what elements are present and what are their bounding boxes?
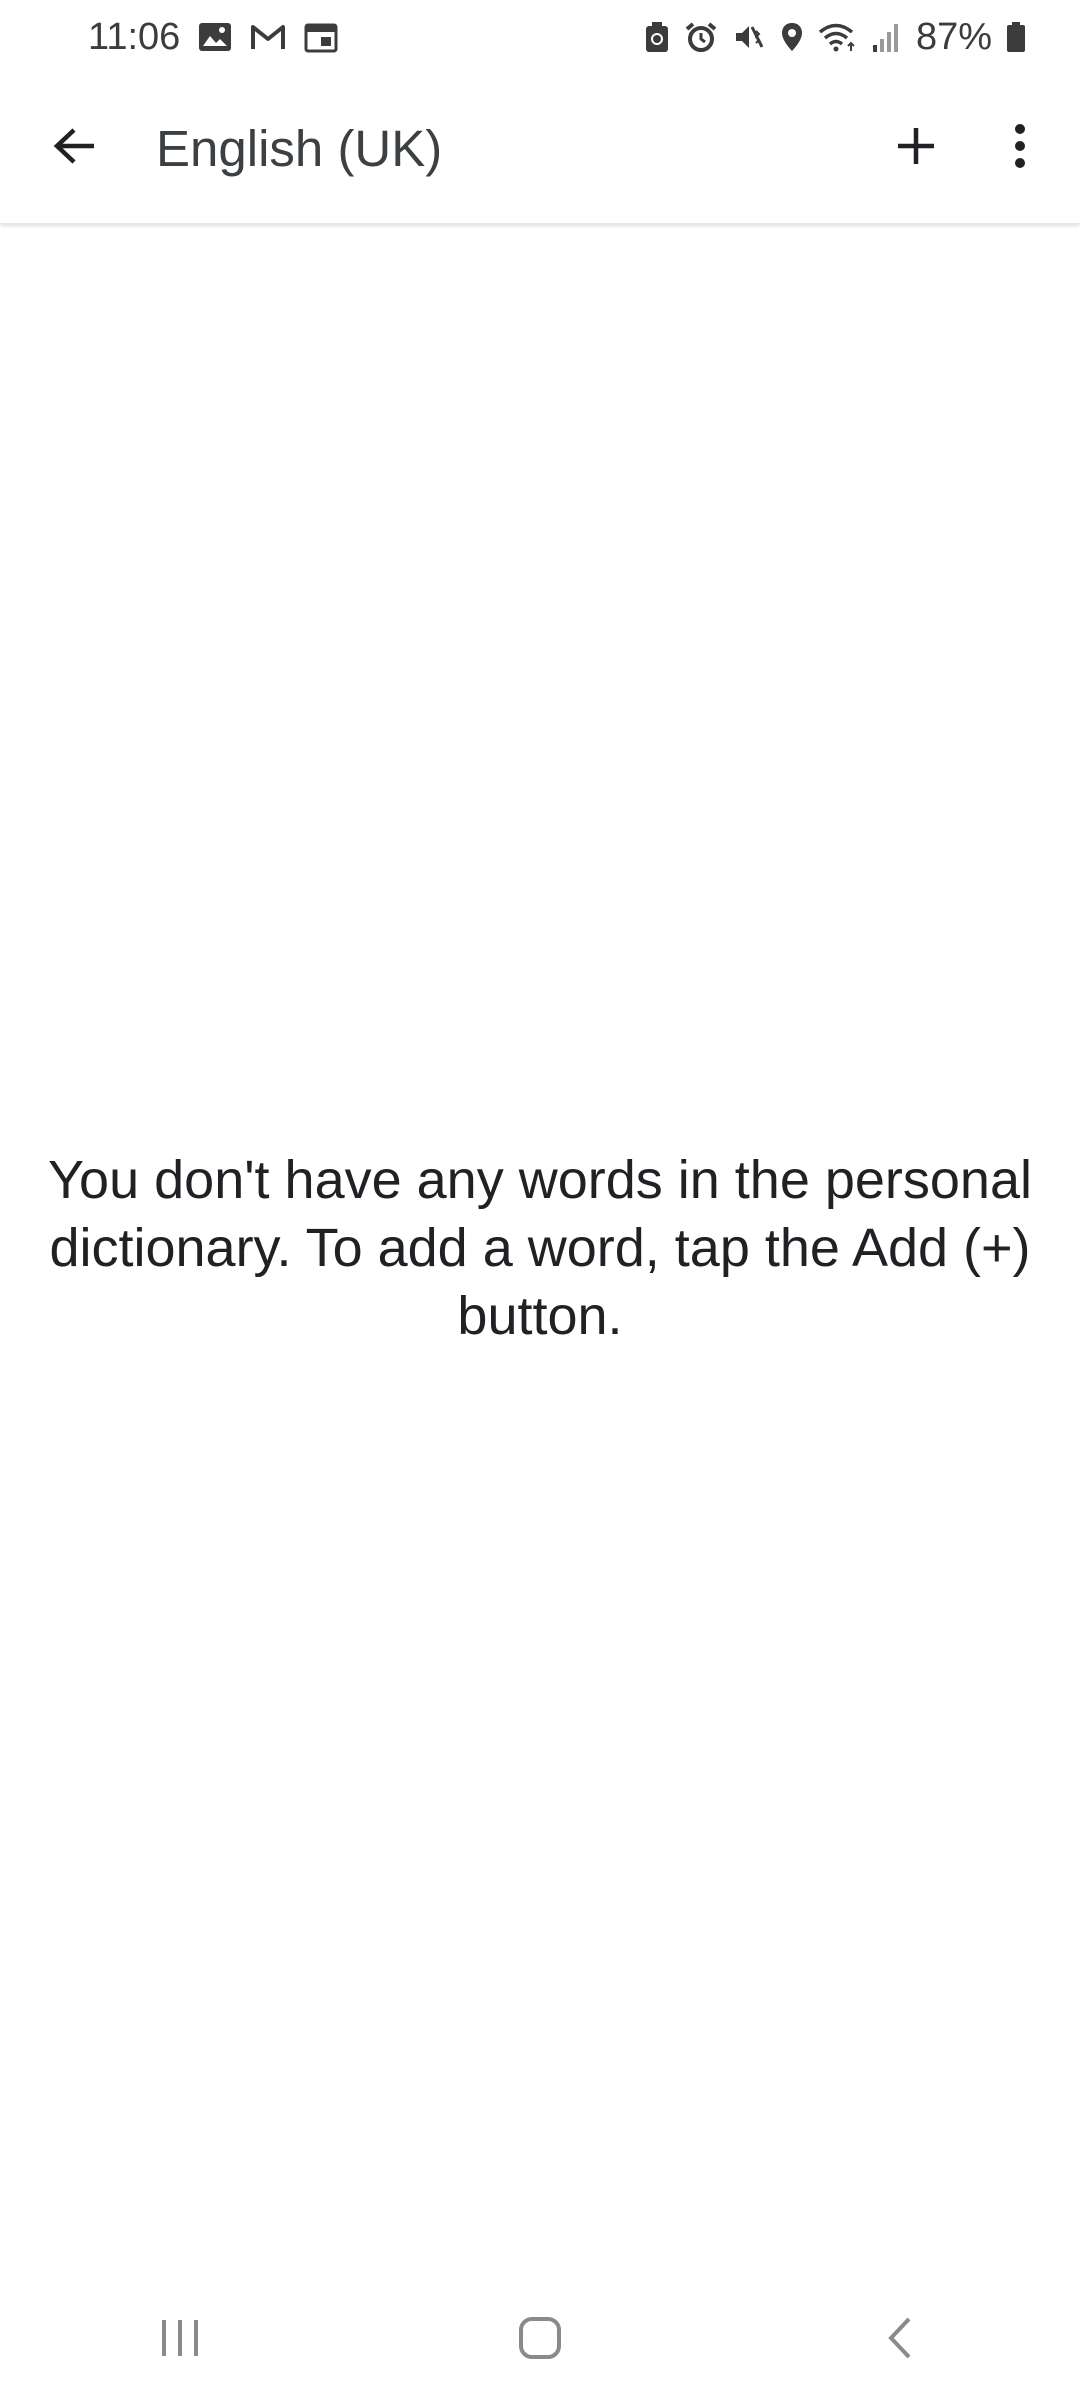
status-time: 11:06	[88, 15, 181, 58]
battery-percent: 87%	[915, 15, 992, 58]
plus-icon	[896, 126, 936, 171]
recents-icon	[158, 2318, 202, 2363]
battery-saver-icon	[644, 21, 670, 53]
signal-icon	[872, 21, 902, 53]
home-button[interactable]	[450, 2290, 630, 2390]
recents-button[interactable]	[90, 2290, 270, 2390]
vibrate-mute-icon	[732, 21, 766, 53]
back-button[interactable]	[22, 97, 126, 201]
nav-back-button[interactable]	[810, 2290, 990, 2390]
nav-back-icon	[885, 2315, 915, 2366]
gallery-icon	[198, 22, 232, 52]
alarm-icon	[684, 21, 718, 53]
location-icon	[780, 21, 804, 53]
status-left: 11:06	[88, 16, 338, 59]
arrow-back-icon	[52, 126, 96, 171]
page-title: English (UK)	[156, 120, 443, 177]
gmail-icon	[250, 23, 286, 51]
add-word-button[interactable]	[864, 97, 968, 201]
empty-dictionary-message: You don't have any words in the personal…	[48, 1150, 1032, 1346]
navigation-bar	[0, 2280, 1080, 2400]
calendar-icon	[304, 21, 338, 53]
app-bar: English (UK)	[0, 74, 1080, 224]
battery-icon	[1006, 21, 1026, 53]
more-options-button[interactable]	[968, 97, 1072, 201]
home-icon	[517, 2315, 563, 2366]
wifi-icon	[818, 21, 858, 53]
more-vert-icon	[1014, 124, 1026, 173]
status-bar: 11:06 87%	[0, 0, 1080, 74]
status-right: 87%	[644, 16, 1026, 59]
